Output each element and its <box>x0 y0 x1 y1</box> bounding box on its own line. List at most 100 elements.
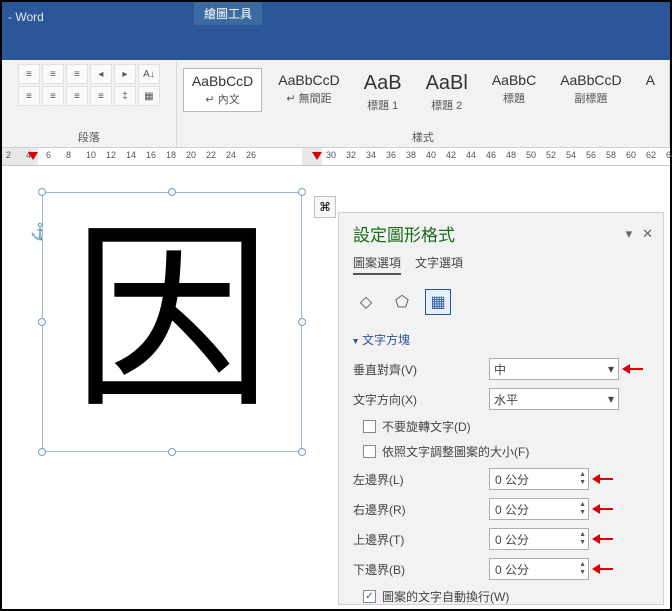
format-shape-pane: 設定圖形格式 ▾ ✕ 圖案選項 文字選項 ◇ ⬠ ▦ 文字方塊 垂直對齊(V) … <box>338 212 664 605</box>
ruler-number: 64 <box>666 150 672 160</box>
autosize-label: 依照文字調整圖案的大小(F) <box>382 443 529 460</box>
justify-button[interactable]: ≡ <box>90 86 112 106</box>
align-left-button[interactable]: ≡ <box>18 86 40 106</box>
effects-icon[interactable]: ⬠ <box>389 289 415 315</box>
close-icon[interactable]: ✕ <box>642 226 653 242</box>
resize-handle[interactable] <box>38 318 46 326</box>
margin-right-input[interactable]: 0 公分▲▼ <box>489 498 589 520</box>
annotation-arrow-icon <box>595 474 617 484</box>
ruler-number: 26 <box>246 150 256 160</box>
annotation-arrow-icon <box>595 534 617 544</box>
ruler-number: 20 <box>186 150 196 160</box>
tab-text-options[interactable]: 文字選項 <box>415 254 463 275</box>
resize-handle[interactable] <box>38 448 46 456</box>
resize-handle[interactable] <box>298 448 306 456</box>
ruler-number: 22 <box>206 150 216 160</box>
group-label-paragraph: 段落 <box>8 126 170 145</box>
checkbox-norotate[interactable] <box>363 420 376 433</box>
text-box-shape[interactable]: 因 <box>42 192 302 452</box>
app-name: - Word <box>8 10 44 60</box>
multilevel-button[interactable]: ≡ <box>66 64 88 84</box>
group-styles: AaBbCcD↵ 內文AaBbCcD↵ 無間距AaB標題 1AaBl標題 2Aa… <box>177 60 670 147</box>
resize-handle[interactable] <box>168 448 176 456</box>
style-item[interactable]: AaBbCcD↵ 內文 <box>183 68 262 112</box>
resize-handle[interactable] <box>38 188 46 196</box>
ruler-number: 56 <box>586 150 596 160</box>
shape-text: 因 <box>72 222 272 422</box>
annotation-arrow-icon <box>595 564 617 574</box>
contextual-tab-label: 繪圖工具 <box>194 2 262 25</box>
ruler-number: 58 <box>606 150 616 160</box>
increase-indent-button[interactable]: ▸ <box>114 64 136 84</box>
norotate-label: 不要旋轉文字(D) <box>382 418 471 435</box>
checkbox-autosize[interactable] <box>363 445 376 458</box>
textdir-label: 文字方向(X) <box>353 391 483 408</box>
line-spacing-button[interactable]: ‡ <box>114 86 136 106</box>
layout-properties-icon[interactable]: ▦ <box>425 289 451 315</box>
align-center-button[interactable]: ≡ <box>42 86 64 106</box>
decrease-indent-button[interactable]: ◂ <box>90 64 112 84</box>
group-label-styles: 樣式 <box>183 126 663 145</box>
bullets-button[interactable]: ≡ <box>18 64 40 84</box>
ruler-number: 52 <box>546 150 556 160</box>
ruler-number: 16 <box>146 150 156 160</box>
wrap-label: 圖案的文字自動換行(W) <box>382 588 509 605</box>
ruler-number: 44 <box>466 150 476 160</box>
style-item[interactable]: AaBbCcD副標題 <box>552 68 629 110</box>
ruler-number: 12 <box>106 150 116 160</box>
pane-dropdown-icon[interactable]: ▾ <box>626 226 633 242</box>
styles-gallery[interactable]: AaBbCcD↵ 內文AaBbCcD↵ 無間距AaB標題 1AaBl標題 2Aa… <box>183 64 663 117</box>
ruler-number: 2 <box>6 150 11 160</box>
ruler-number: 10 <box>86 150 96 160</box>
margin-top-input[interactable]: 0 公分▲▼ <box>489 528 589 550</box>
horizontal-ruler[interactable]: 2468101214161820222426303234363840424446… <box>2 148 670 166</box>
checkbox-wrap[interactable]: ✓ <box>363 590 376 603</box>
style-item[interactable]: AaBbCcD↵ 無間距 <box>270 68 347 110</box>
annotation-arrow-icon <box>28 152 38 160</box>
ruler-number: 46 <box>486 150 496 160</box>
ruler-number: 24 <box>226 150 236 160</box>
ruler-number: 54 <box>566 150 576 160</box>
ruler-number: 36 <box>386 150 396 160</box>
valign-label: 垂直對齊(V) <box>353 361 483 378</box>
sort-button[interactable]: A↓ <box>138 64 160 84</box>
annotation-arrow-icon <box>625 364 647 374</box>
margin-top-label: 上邊界(T) <box>353 531 483 548</box>
ruler-number: 30 <box>326 150 336 160</box>
layout-options-button[interactable]: ⌘ <box>314 196 336 218</box>
section-textbox[interactable]: 文字方塊 <box>339 325 663 354</box>
ruler-number: 38 <box>406 150 416 160</box>
ruler-number: 62 <box>646 150 656 160</box>
ruler-number: 42 <box>446 150 456 160</box>
style-item[interactable]: AaBbC標題 <box>484 68 544 110</box>
valign-combo[interactable]: 中▾ <box>489 358 619 380</box>
chevron-down-icon: ▾ <box>608 362 614 376</box>
resize-handle[interactable] <box>298 318 306 326</box>
ribbon-content: ≡ ≡ ≡ ◂ ▸ A↓ ≡ ≡ ≡ ≡ ‡ ▦ 段落 AaBbCcD↵ 內文A… <box>2 60 670 148</box>
ruler-number: 34 <box>366 150 376 160</box>
margin-bottom-input[interactable]: 0 公分▲▼ <box>489 558 589 580</box>
title-bar: - Word 繪圖工具 校閱 檢視 開發人員 說明 格式 💡 告訴我您想做什麼 <box>2 2 670 60</box>
fill-line-icon[interactable]: ◇ <box>353 289 379 315</box>
margin-bottom-label: 下邊界(B) <box>353 561 483 578</box>
textdir-combo[interactable]: 水平▾ <box>489 388 619 410</box>
style-item[interactable]: AaB標題 1 <box>356 68 410 117</box>
ruler-number: 32 <box>346 150 356 160</box>
ruler-number: 18 <box>166 150 176 160</box>
shading-button[interactable]: ▦ <box>138 86 160 106</box>
align-right-button[interactable]: ≡ <box>66 86 88 106</box>
ruler-number: 50 <box>526 150 536 160</box>
resize-handle[interactable] <box>168 188 176 196</box>
numbering-button[interactable]: ≡ <box>42 64 64 84</box>
tab-shape-options[interactable]: 圖案選項 <box>353 254 401 275</box>
chevron-down-icon: ▾ <box>608 392 614 406</box>
ruler-number: 8 <box>66 150 71 160</box>
annotation-arrow-icon <box>312 152 322 160</box>
style-item[interactable]: AaBl標題 2 <box>418 68 476 117</box>
pane-title: 設定圖形格式 <box>353 221 455 246</box>
style-item[interactable]: A <box>638 68 663 94</box>
ruler-number: 6 <box>46 150 51 160</box>
resize-handle[interactable] <box>298 188 306 196</box>
margin-left-label: 左邊界(L) <box>353 471 483 488</box>
margin-left-input[interactable]: 0 公分▲▼ <box>489 468 589 490</box>
